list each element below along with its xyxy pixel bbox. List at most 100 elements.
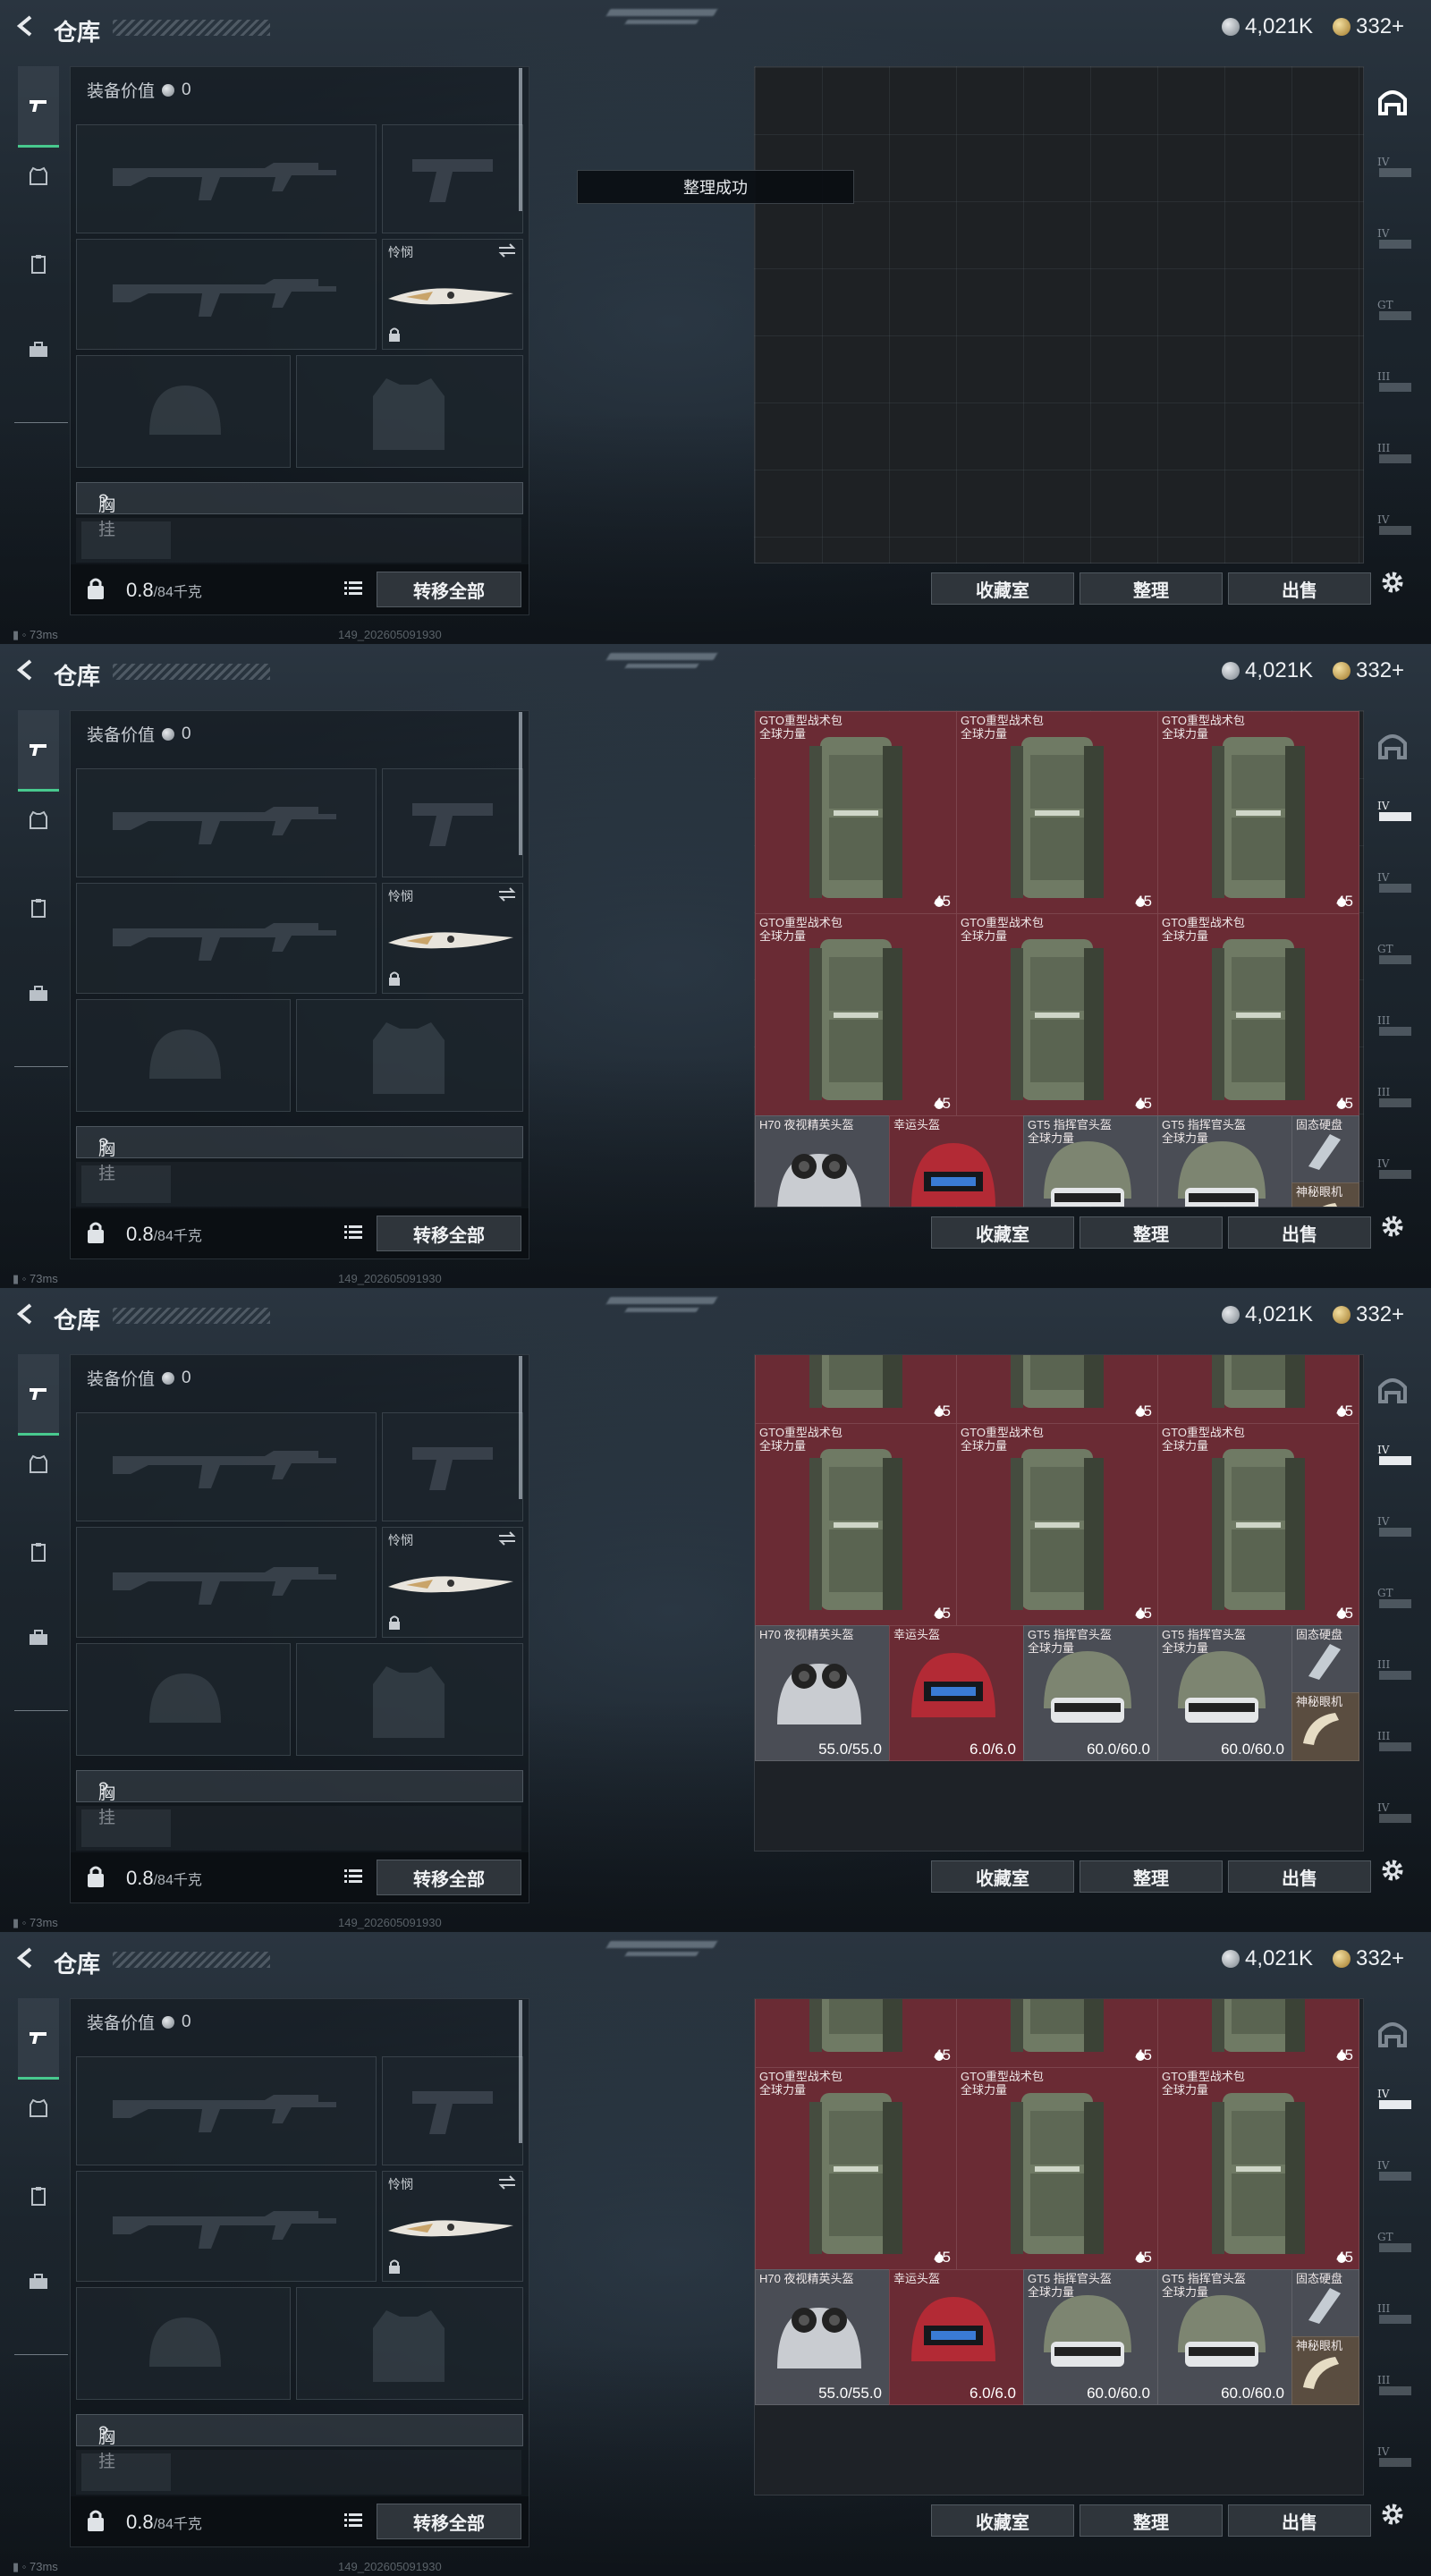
helmet-slot[interactable] <box>76 999 291 1112</box>
gear-icon[interactable] <box>1379 1857 1406 1884</box>
tab-backpack[interactable] <box>18 887 59 928</box>
tab-case[interactable] <box>18 329 59 370</box>
transfer-all-button[interactable]: 转移全部 <box>377 572 521 607</box>
help-icon[interactable]: ? <box>98 1136 108 1156</box>
tab-stash-4[interactable]: III <box>1370 1013 1415 1048</box>
tab-stash-4[interactable]: III <box>1370 369 1415 404</box>
tab-stash-3[interactable]: GT <box>1370 1585 1415 1621</box>
gear-icon[interactable] <box>1379 2501 1406 2528</box>
back-arrow-icon[interactable] <box>13 657 39 683</box>
stash-item-backpack[interactable]: GTO重型战术包 全球力量45 <box>755 1999 957 2068</box>
stash-item-ssd[interactable]: 固态硬盘 <box>1291 1625 1359 1694</box>
tab-all[interactable] <box>1370 728 1415 764</box>
tab-backpack[interactable] <box>18 243 59 284</box>
tab-stash-3[interactable]: GT <box>1370 297 1415 333</box>
transfer-all-button[interactable]: 转移全部 <box>377 2504 521 2539</box>
pistol-slot[interactable] <box>382 124 523 233</box>
tab-armor[interactable] <box>18 2088 59 2129</box>
stash-item-helmet[interactable]: GT5 指挥官头盔 全球力量 60.0/60.0 <box>1157 2269 1292 2405</box>
gold-balance[interactable]: 332+ <box>1333 1302 1404 1327</box>
tab-armor[interactable] <box>18 800 59 841</box>
stash-item-backpack[interactable]: GTO重型战术包 全球力量45 <box>1157 2067 1359 2270</box>
tab-stash-2[interactable]: IV <box>1370 869 1415 905</box>
stash-item-helmet[interactable]: GT5 指挥官头盔 全球力量 60.0/60.0 <box>1023 1625 1158 1761</box>
swap-icon[interactable] <box>497 243 517 258</box>
pistol-slot[interactable] <box>382 768 523 877</box>
stash-item-backpack[interactable]: GTO重型战术包 全球力量45 <box>1157 1355 1359 1424</box>
stash-item-ssd[interactable]: 固态硬盘 <box>1291 2269 1359 2338</box>
tab-stash-6[interactable]: IV <box>1370 2444 1415 2479</box>
organize-button[interactable]: 整理 <box>1080 2504 1223 2537</box>
stash-item-backpack[interactable]: GTO重型战术包 全球力量45 <box>755 1423 957 1626</box>
equipment-scrollbar[interactable] <box>519 712 522 855</box>
sell-button[interactable]: 出售 <box>1228 1216 1371 1249</box>
tab-armor[interactable] <box>18 1444 59 1485</box>
tab-backpack[interactable] <box>18 2175 59 2216</box>
tab-all[interactable] <box>1370 84 1415 120</box>
primary-weapon-slot[interactable] <box>76 2056 377 2165</box>
stash-item-backpack[interactable]: GTO重型战术包 全球力量45 <box>956 2067 1158 2270</box>
equipment-scrollbar[interactable] <box>519 2000 522 2143</box>
back-arrow-icon[interactable] <box>13 13 39 39</box>
stash-grid[interactable] <box>754 66 1364 564</box>
stash-item-helmet[interactable]: GT5 指挥官头盔 全球力量 <box>1157 1115 1292 1207</box>
gear-icon[interactable] <box>1379 1213 1406 1240</box>
tab-stash-2[interactable]: IV <box>1370 1513 1415 1549</box>
tab-stash-4[interactable]: III <box>1370 1657 1415 1692</box>
tab-stash-5[interactable]: III <box>1370 440 1415 476</box>
stash-item-helmet[interactable]: H70 夜视精英头盔 55.0/55.0 <box>755 2269 890 2405</box>
primary-weapon-slot[interactable] <box>76 1412 377 1521</box>
gold-balance[interactable]: 332+ <box>1333 658 1404 683</box>
armor-slot[interactable] <box>296 999 523 1112</box>
helmet-slot[interactable] <box>76 1643 291 1756</box>
stash-item-helmet[interactable]: GT5 指挥官头盔 全球力量 60.0/60.0 <box>1023 2269 1158 2405</box>
stash-grid[interactable]: GTO重型战术包 全球力量45GTO重型战术包 全球力量45GTO重型战术包 全… <box>754 710 1364 1208</box>
secondary-weapon-slot[interactable] <box>76 883 377 994</box>
primary-weapon-slot[interactable] <box>76 768 377 877</box>
collection-button[interactable]: 收藏室 <box>931 1216 1074 1249</box>
stash-item-backpack[interactable]: GTO重型战术包 全球力量45 <box>956 1999 1158 2068</box>
organize-button[interactable]: 整理 <box>1080 1860 1223 1893</box>
stash-item-backpack[interactable]: GTO重型战术包 全球力量45 <box>755 2067 957 2270</box>
swap-icon[interactable] <box>497 1531 517 1546</box>
stash-grid[interactable]: GTO重型战术包 全球力量45GTO重型战术包 全球力量45GTO重型战术包 全… <box>754 1998 1364 2496</box>
armor-slot[interactable] <box>296 2287 523 2400</box>
secondary-weapon-slot[interactable] <box>76 239 377 350</box>
stash-item-backpack[interactable]: GTO重型战术包 全球力量45 <box>1157 711 1359 914</box>
tab-all[interactable] <box>1370 1372 1415 1408</box>
list-icon[interactable] <box>344 580 362 597</box>
stash-item-backpack[interactable]: GTO重型战术包 全球力量45 <box>956 711 1158 914</box>
stash-item-device[interactable]: 神秘眼机 <box>1291 2336 1359 2405</box>
tab-stash-4[interactable]: III <box>1370 2301 1415 2336</box>
stash-item-helmet[interactable]: GT5 指挥官头盔 全球力量 <box>1023 1115 1158 1207</box>
stash-item-ssd[interactable]: 固态硬盘 <box>1291 1115 1359 1184</box>
melee-slot[interactable]: 怜悯 <box>382 883 523 994</box>
tab-case[interactable] <box>18 2261 59 2302</box>
chest-rig-slot[interactable]: 胸挂 ? <box>76 482 523 539</box>
list-icon[interactable] <box>344 1224 362 1241</box>
gold-balance[interactable]: 332+ <box>1333 14 1404 39</box>
tab-weapons[interactable] <box>18 66 59 148</box>
transfer-all-button[interactable]: 转移全部 <box>377 1860 521 1895</box>
stash-item-backpack[interactable]: GTO重型战术包 全球力量45 <box>956 1423 1158 1626</box>
help-icon[interactable]: ? <box>98 1780 108 1800</box>
stash-item-backpack[interactable]: GTO重型战术包 全球力量45 <box>755 1355 957 1424</box>
list-icon[interactable] <box>344 2512 362 2529</box>
sell-button[interactable]: 出售 <box>1228 572 1371 605</box>
organize-button[interactable]: 整理 <box>1080 572 1223 605</box>
tab-stash-5[interactable]: III <box>1370 1728 1415 1764</box>
collection-button[interactable]: 收藏室 <box>931 2504 1074 2537</box>
tab-stash-1[interactable]: IV <box>1370 2086 1415 2122</box>
secondary-weapon-slot[interactable] <box>76 2171 377 2282</box>
stash-item-helmet[interactable]: H70 夜视精英头盔 55.0/55.0 <box>755 1625 890 1761</box>
stash-grid[interactable]: GTO重型战术包 全球力量45GTO重型战术包 全球力量45GTO重型战术包 全… <box>754 1354 1364 1852</box>
tab-stash-6[interactable]: IV <box>1370 512 1415 547</box>
stash-item-helmet[interactable]: 幸运头盔 6.0/6.0 <box>889 2269 1024 2405</box>
tab-stash-1[interactable]: IV <box>1370 154 1415 190</box>
tab-stash-2[interactable]: IV <box>1370 225 1415 261</box>
stash-item-backpack[interactable]: GTO重型战术包 全球力量45 <box>956 913 1158 1116</box>
stash-item-backpack[interactable]: GTO重型战术包 全球力量45 <box>956 1355 1158 1424</box>
gear-icon[interactable] <box>1379 569 1406 596</box>
stash-item-helmet[interactable]: GT5 指挥官头盔 全球力量 60.0/60.0 <box>1157 1625 1292 1761</box>
collection-button[interactable]: 收藏室 <box>931 572 1074 605</box>
